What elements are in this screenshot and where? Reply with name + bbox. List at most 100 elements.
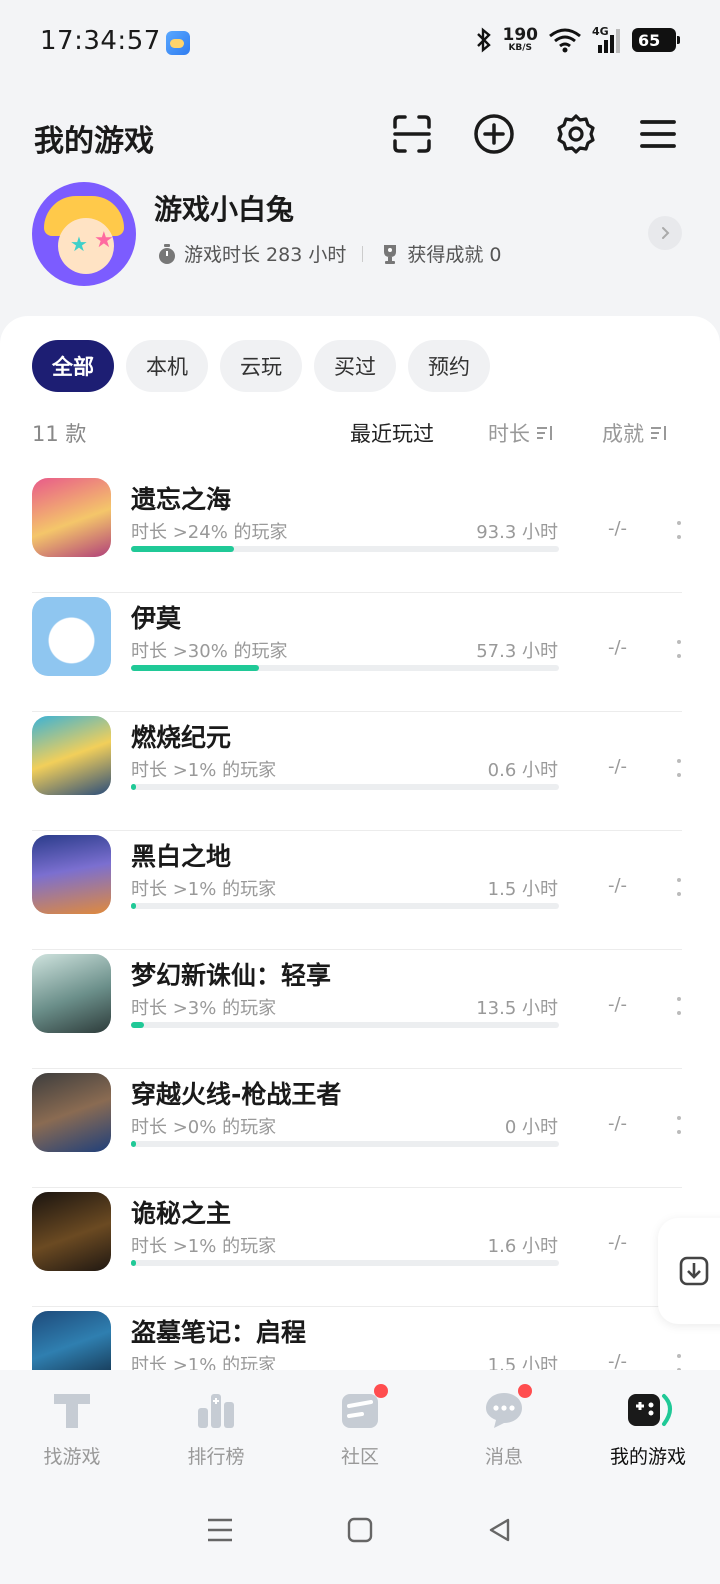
more-icon[interactable] — [672, 875, 686, 899]
filter-chips: 全部 本机 云玩 买过 预约 — [32, 340, 490, 392]
playtime-stat: 游戏时长 283 小时 — [156, 240, 346, 267]
nav-my-games[interactable]: 我的游戏 — [576, 1370, 720, 1480]
status-bar: 17:34:57 190 KB/S 4G 65 — [0, 0, 720, 88]
menu-lines-icon — [208, 1518, 232, 1542]
net-speed-unit: KB/S — [508, 43, 533, 53]
game-hours: 1.5 小时 — [487, 879, 558, 900]
playtime-bar-fill — [131, 784, 137, 790]
sort-achievement-label: 成就 — [602, 422, 644, 446]
nav-rankings[interactable]: 排行榜 — [144, 1370, 288, 1480]
sort-duration-label: 时长 — [488, 422, 530, 446]
sort-icon — [651, 426, 666, 440]
game-name: 穿越火线-枪战王者 — [131, 1080, 342, 1109]
username: 游戏小白兔 — [154, 193, 295, 226]
nav-label: 社区 — [340, 1446, 379, 1468]
header-actions — [390, 112, 680, 156]
game-achievement: -/- — [608, 756, 628, 777]
game-percentile: 时长 >30% 的玩家 — [131, 641, 288, 662]
game-icon — [32, 954, 111, 1033]
net-speed: 190 KB/S — [503, 27, 539, 53]
home-button[interactable] — [346, 1516, 374, 1548]
scan-button[interactable] — [390, 112, 434, 156]
game-row[interactable]: 黑白之地 时长 >1% 的玩家 1.5 小时 -/- — [0, 831, 720, 950]
nav-label: 排行榜 — [187, 1446, 245, 1468]
more-icon[interactable] — [672, 756, 686, 780]
rankings-icon — [194, 1388, 238, 1432]
nav-messages[interactable]: 消息 — [432, 1370, 576, 1480]
messages-icon — [482, 1384, 532, 1432]
more-icon[interactable] — [672, 994, 686, 1018]
back-triangle-icon — [489, 1518, 510, 1542]
playtime-bar — [131, 1260, 559, 1266]
battery-level: 65 — [638, 30, 661, 50]
filter-chip-local[interactable]: 本机 — [126, 340, 208, 392]
sort-icon — [537, 426, 552, 440]
game-hours: 57.3 小时 — [476, 641, 558, 662]
playtime-bar — [131, 784, 559, 790]
game-row[interactable]: 穿越火线-枪战王者 时长 >0% 的玩家 0 小时 -/- — [0, 1069, 720, 1188]
nav-find-games[interactable]: 找游戏 — [0, 1370, 144, 1480]
game-icon — [32, 835, 111, 914]
download-float-button[interactable] — [658, 1218, 720, 1324]
game-row[interactable]: 诡秘之主 时长 >1% 的玩家 1.6 小时 -/- — [0, 1188, 720, 1307]
bluetooth-icon — [476, 27, 491, 53]
more-icon[interactable] — [672, 1113, 686, 1137]
playtime-bar — [131, 546, 559, 552]
game-percentile: 时长 >1% 的玩家 — [131, 1236, 277, 1257]
game-icon — [32, 716, 111, 795]
sort-row: 11 款 最近玩过 时长 成就 — [32, 416, 682, 452]
game-percentile: 时长 >1% 的玩家 — [131, 760, 277, 781]
weather-icon — [166, 31, 190, 55]
playtime-bar — [131, 903, 559, 909]
game-hours: 13.5 小时 — [476, 998, 558, 1019]
find-games-icon — [50, 1388, 94, 1432]
game-name: 梦幻新诛仙：轻享 — [131, 961, 332, 990]
game-row[interactable]: 遗忘之海 时长 >24% 的玩家 93.3 小时 -/- — [0, 474, 720, 593]
filter-chip-reserved[interactable]: 预约 — [408, 340, 490, 392]
battery-indicator: 65 — [632, 28, 680, 52]
game-row[interactable]: 梦幻新诛仙：轻享 时长 >3% 的玩家 13.5 小时 -/- — [0, 950, 720, 1069]
profile-arrow-button[interactable] — [648, 216, 682, 250]
playtime-bar-fill — [131, 1022, 144, 1028]
community-icon — [338, 1384, 388, 1432]
settings-button[interactable] — [554, 112, 598, 156]
stopwatch-icon — [159, 243, 175, 264]
add-circle-icon — [474, 114, 514, 154]
playtime-bar-fill — [131, 1260, 137, 1266]
game-percentile: 时长 >0% 的玩家 — [131, 1117, 277, 1138]
game-achievement: -/- — [608, 1113, 628, 1134]
menu-icon — [640, 120, 676, 148]
nav-community[interactable]: 社区 — [288, 1370, 432, 1480]
game-row[interactable]: 燃烧纪元 时长 >1% 的玩家 0.6 小时 -/- — [0, 712, 720, 831]
sort-recent-button[interactable]: 最近玩过 — [350, 418, 434, 448]
net-speed-value: 190 — [502, 25, 539, 45]
trophy-icon — [384, 244, 397, 264]
more-icon[interactable] — [672, 518, 686, 542]
game-count: 11 款 — [32, 422, 87, 446]
menu-button[interactable] — [636, 112, 680, 156]
filter-chip-all[interactable]: 全部 — [32, 340, 114, 392]
my-games-icon — [626, 1388, 672, 1432]
recent-apps-button[interactable] — [206, 1517, 234, 1547]
back-button[interactable] — [486, 1516, 514, 1548]
game-hours: 0.6 小时 — [487, 760, 558, 781]
avatar[interactable]: ★ ★ — [32, 182, 136, 286]
game-name: 燃烧纪元 — [131, 723, 232, 752]
game-achievement: -/- — [608, 875, 628, 896]
game-row[interactable]: 伊莫 时长 >30% 的玩家 57.3 小时 -/- — [0, 593, 720, 712]
profile-section[interactable]: ★ ★ 游戏小白兔 游戏时长 283 小时 获得成就 0 — [0, 180, 720, 290]
sort-duration-button[interactable]: 时长 — [488, 418, 554, 448]
game-percentile: 时长 >1% 的玩家 — [131, 879, 277, 900]
nav-label: 找游戏 — [43, 1446, 101, 1468]
home-square-icon — [347, 1517, 373, 1543]
sort-achievement-button[interactable]: 成就 — [602, 418, 668, 448]
filter-chip-purchased[interactable]: 买过 — [314, 340, 396, 392]
game-row[interactable]: 盗墓笔记：启程 时长 >1% 的玩家 1.5 小时 -/- — [0, 1307, 720, 1376]
game-achievement: -/- — [608, 518, 628, 539]
add-button[interactable] — [472, 112, 516, 156]
game-icon — [32, 478, 111, 557]
more-icon[interactable] — [672, 637, 686, 661]
filter-chip-cloud[interactable]: 云玩 — [220, 340, 302, 392]
game-achievement: -/- — [608, 994, 628, 1015]
download-icon — [679, 1256, 709, 1286]
